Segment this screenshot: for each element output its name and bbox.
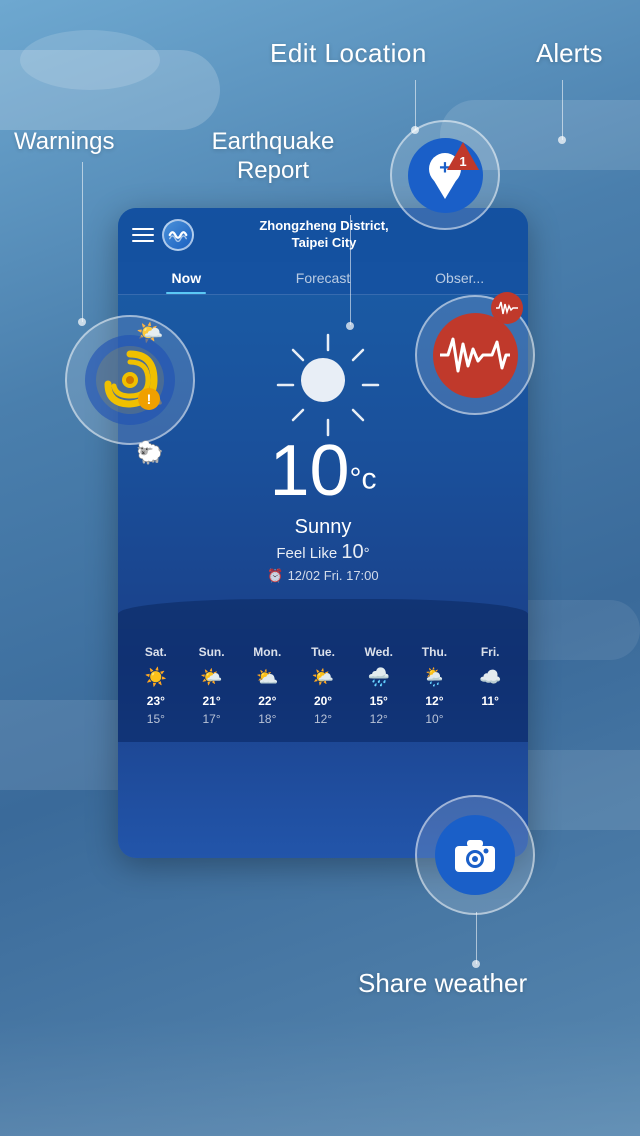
datetime-display: ⏰12/02 Fri. 17:00: [267, 568, 378, 584]
forecast-low-0: 15°: [128, 712, 184, 726]
forecast-high-4: 15°: [351, 694, 407, 708]
forecast-day-5: Thu.: [407, 645, 463, 659]
forecast-low-5: 10°: [407, 712, 463, 726]
warnings-label: Warnings: [14, 128, 114, 156]
warnings-dot: [78, 318, 86, 326]
forecast-icon-1: 🌤️: [184, 667, 240, 688]
weather-condition: Sunny: [295, 516, 352, 539]
alert-badge: 1: [445, 140, 481, 177]
sun-icon: [273, 330, 373, 430]
forecast-section: Sat. Sun. Mon. Tue. Wed. Thu. Fri. ☀️ 🌤️…: [118, 629, 528, 742]
earthquake-vline: [350, 215, 351, 325]
forecast-lows-row: 15° 17° 18° 12° 12° 10°: [128, 712, 518, 726]
forecast-highs-row: 23° 21° 22° 20° 15° 12° 11°: [128, 694, 518, 708]
camera-button[interactable]: [435, 815, 515, 895]
forecast-low-3: 12°: [295, 712, 351, 726]
tab-now[interactable]: Now: [118, 262, 255, 294]
forecast-low-4: 12°: [351, 712, 407, 726]
forecast-low-1: 17°: [184, 712, 240, 726]
forecast-day-0: Sat.: [128, 645, 184, 659]
warnings-circle[interactable]: !: [65, 315, 195, 445]
forecast-icon-0: ☀️: [128, 667, 184, 688]
forecast-icon-4: 🌧️: [351, 667, 407, 688]
forecast-high-0: 23°: [128, 694, 184, 708]
edit-location-line: [415, 80, 416, 130]
share-weather-label: Share weather: [358, 968, 527, 999]
wave-logo-icon: [167, 224, 189, 246]
app-tabs: Now Forecast Obser...: [118, 262, 528, 295]
forecast-high-2: 22°: [239, 694, 295, 708]
forecast-icon-5: 🌦️: [407, 667, 463, 688]
forecast-low-2: 18°: [239, 712, 295, 726]
earthquake-circle[interactable]: [415, 295, 535, 415]
forecast-icons-row: ☀️ 🌤️ ⛅ 🌤️ 🌧️ 🌦️ ☁️: [128, 667, 518, 688]
feels-like: Feel Like 10°: [276, 541, 369, 564]
background-reflection: [0, 1016, 640, 1136]
forecast-high-3: 20°: [295, 694, 351, 708]
earthquake-dot: [346, 322, 354, 330]
mini-seismic-badge: [491, 292, 523, 324]
svg-text:!: !: [147, 391, 152, 407]
forecast-day-2: Mon.: [239, 645, 295, 659]
forecast-high-6: 11°: [462, 694, 518, 708]
alerts-label: Alerts: [536, 38, 602, 69]
header-left: [132, 219, 194, 251]
typhoon-icon: !: [94, 344, 166, 416]
menu-button[interactable]: [132, 228, 154, 242]
location-display: Zhongzheng District, Taipei City: [259, 218, 388, 252]
seismic-wave-circle: [433, 313, 518, 398]
forecast-day-6: Fri.: [462, 645, 518, 659]
mini-wave-icon: [496, 300, 518, 316]
forecast-high-1: 21°: [184, 694, 240, 708]
forecast-high-5: 12°: [407, 694, 463, 708]
earthquake-label: Earthquake Report: [193, 128, 353, 186]
forecast-low-6: [462, 712, 518, 726]
tab-forecast[interactable]: Forecast: [255, 262, 392, 294]
seismic-wave-icon: [440, 334, 510, 376]
sun-core: [301, 358, 345, 402]
share-vline: [476, 912, 477, 964]
edit-location-label: Edit Location: [270, 38, 427, 69]
share-weather-circle[interactable]: [415, 795, 535, 915]
warnings-vline: [82, 162, 83, 322]
tab-observations[interactable]: Obser...: [391, 262, 528, 294]
temperature-display: 10°c: [269, 430, 376, 512]
alerts-dot: [558, 136, 566, 144]
forecast-icon-3: 🌤️: [295, 667, 351, 688]
edit-location-circle[interactable]: + 1: [390, 120, 500, 230]
forecast-days-row: Sat. Sun. Mon. Tue. Wed. Thu. Fri.: [128, 645, 518, 659]
forecast-day-4: Wed.: [351, 645, 407, 659]
camera-icon: [453, 836, 497, 874]
app-logo: [162, 219, 194, 251]
forecast-icon-2: ⛅: [239, 667, 295, 688]
forecast-icon-6: ☁️: [462, 667, 518, 688]
svg-text:1: 1: [459, 154, 466, 169]
hurricane-icon: !: [85, 335, 175, 425]
share-dot: [472, 960, 480, 968]
alerts-line: [562, 80, 563, 140]
edit-location-inner: + 1: [408, 138, 483, 213]
forecast-day-3: Tue.: [295, 645, 351, 659]
section-divider: [118, 599, 528, 629]
forecast-day-1: Sun.: [184, 645, 240, 659]
